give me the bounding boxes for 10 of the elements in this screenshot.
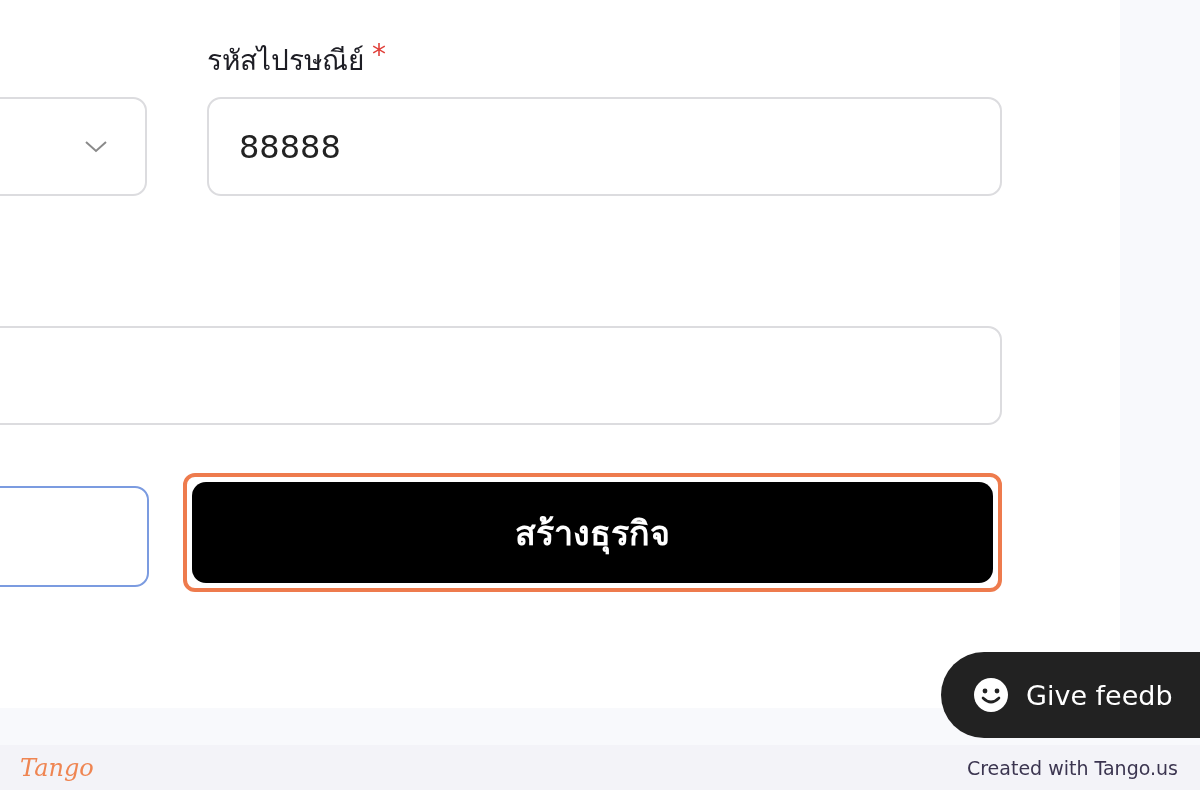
chevron-down-icon bbox=[85, 140, 107, 153]
postal-code-field[interactable]: 88888 bbox=[207, 97, 1002, 196]
field-label: รหัสไปรษณีย์ bbox=[207, 43, 364, 79]
credit-text: Created with Tango.us bbox=[966, 756, 1178, 779]
required-mark: * bbox=[372, 38, 386, 71]
input-field[interactable] bbox=[0, 326, 1002, 425]
tango-logo: Tango bbox=[20, 753, 94, 782]
create-business-button[interactable]: สร้างธุรกิจ bbox=[191, 482, 993, 583]
feedback-button[interactable]: Give feedb bbox=[941, 652, 1200, 738]
smiley-icon bbox=[972, 676, 1010, 714]
